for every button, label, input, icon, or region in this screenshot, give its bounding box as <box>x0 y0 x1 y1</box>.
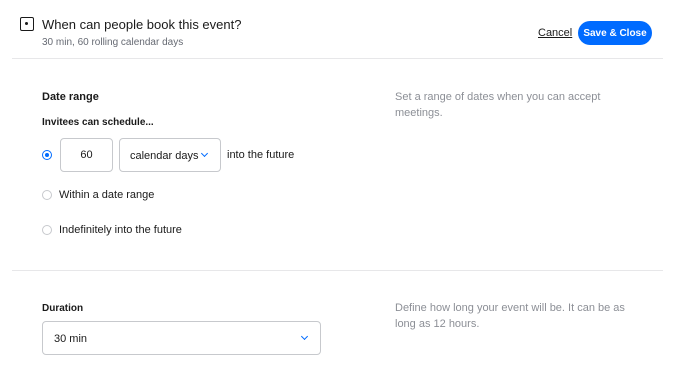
invitees-label: Invitees can schedule... <box>42 117 154 128</box>
duration-select[interactable]: 30 min <box>42 321 321 355</box>
unit-select[interactable]: calendar days <box>119 138 221 172</box>
unit-select-value: calendar days <box>130 150 199 162</box>
radio-rolling-days[interactable] <box>42 150 52 160</box>
divider <box>12 58 663 59</box>
radio-indefinitely[interactable] <box>42 225 52 235</box>
header-title: When can people book this event? <box>42 17 242 32</box>
days-input[interactable] <box>60 138 113 172</box>
chevron-down-icon <box>300 332 309 341</box>
duration-title: Duration <box>42 303 84 314</box>
radio-date-range[interactable] <box>42 190 52 200</box>
option-date-range-label[interactable]: Within a date range <box>59 189 154 201</box>
page-header: When can people book this event? 30 min,… <box>0 0 682 58</box>
divider <box>12 270 663 271</box>
duration-select-value: 30 min <box>54 333 88 345</box>
event-icon <box>20 17 34 31</box>
date-range-help: Set a range of dates when you can accept… <box>395 91 601 119</box>
chevron-down-icon <box>200 149 209 158</box>
future-text: into the future <box>227 149 295 161</box>
option-indefinitely-label[interactable]: Indefinitely into the future <box>59 224 182 236</box>
save-close-button[interactable]: Save & Close <box>578 21 652 45</box>
duration-help: Define how long your event will be. It c… <box>395 302 625 330</box>
header-subtitle: 30 min, 60 rolling calendar days <box>42 37 184 48</box>
date-range-title: Date range <box>42 91 99 103</box>
cancel-button[interactable]: Cancel <box>538 27 572 39</box>
